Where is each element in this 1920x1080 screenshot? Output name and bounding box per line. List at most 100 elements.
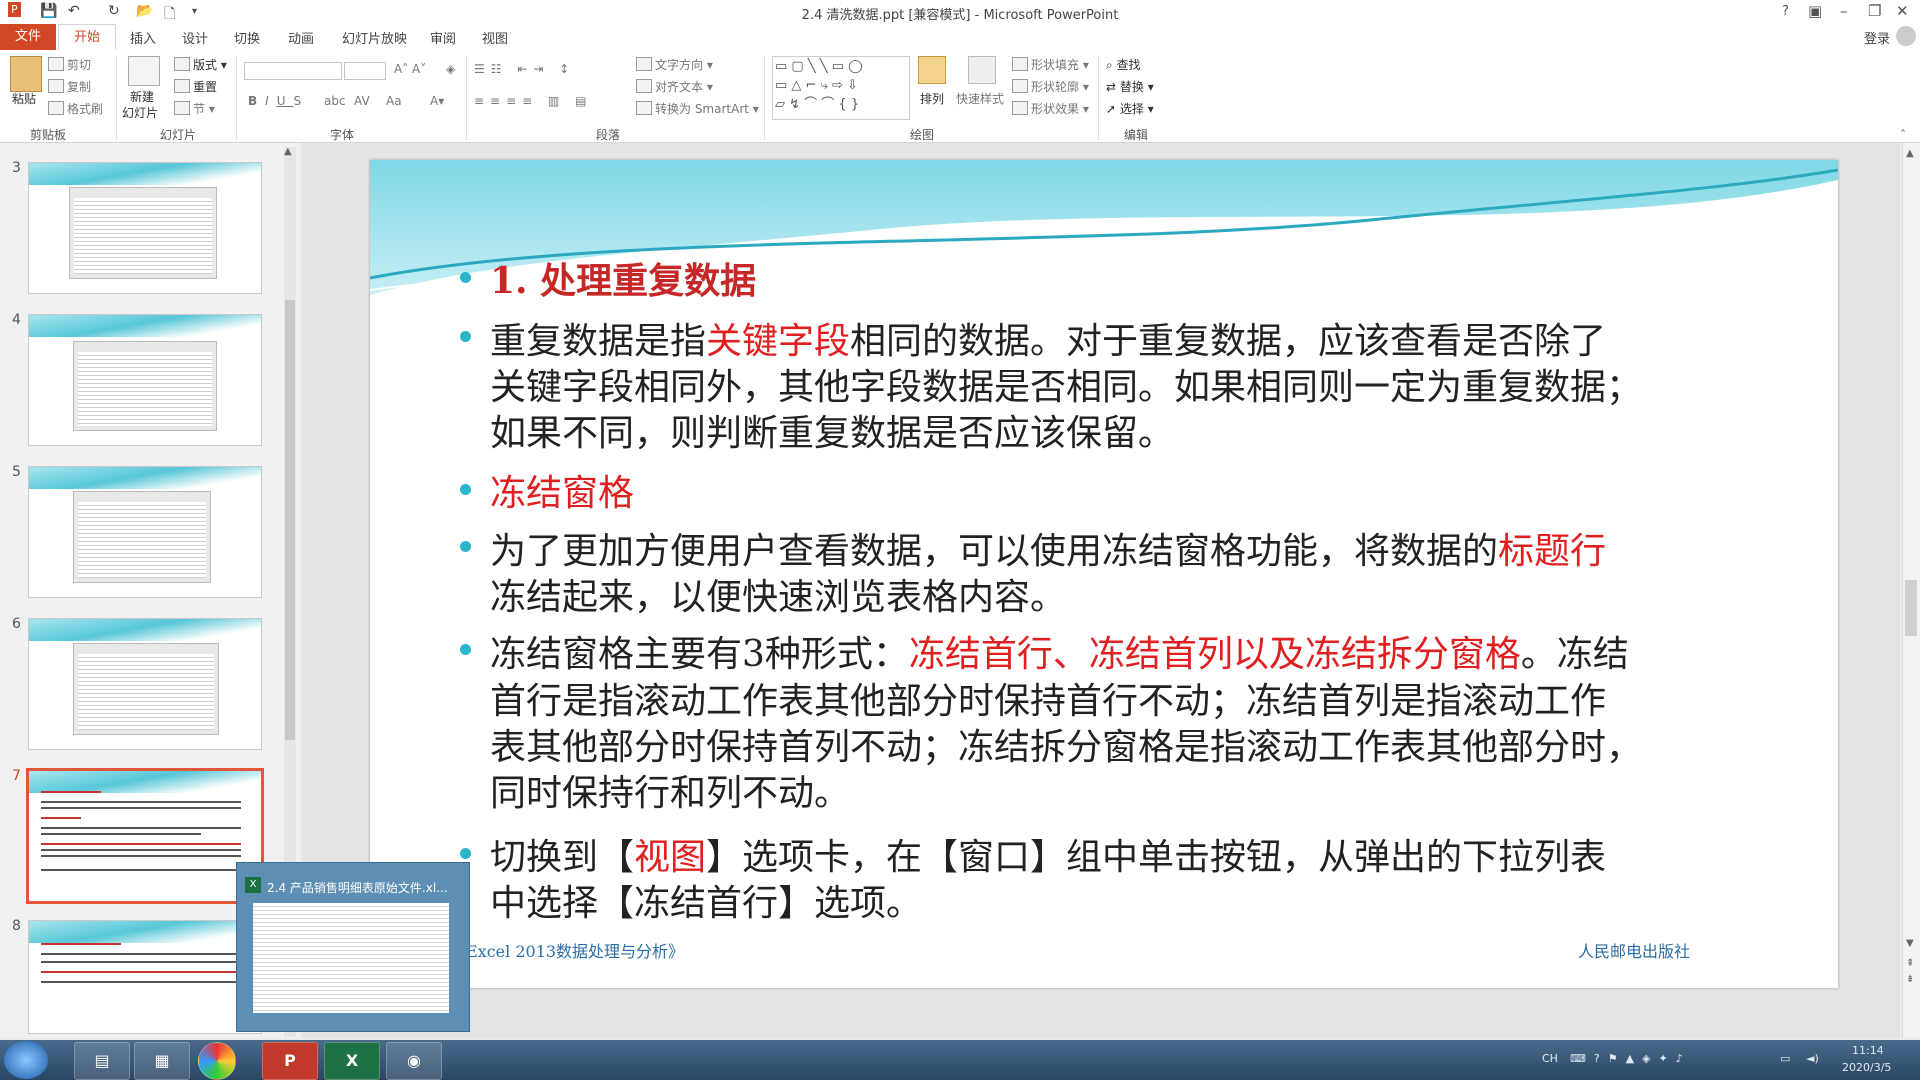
grow-font-icon[interactable]: A˄ A˅ — [394, 62, 426, 76]
tab-transitions[interactable]: 切换 — [234, 28, 260, 47]
align-buttons-icon[interactable]: ≡≡≡≡ ▥ ▤ — [474, 94, 593, 108]
new-slide-icon[interactable] — [128, 56, 160, 86]
clock-date[interactable]: 2020/3/5 — [1842, 1061, 1891, 1074]
tab-view[interactable]: 视图 — [482, 28, 508, 47]
network-icon[interactable]: ▭ — [1780, 1052, 1790, 1065]
browser-icon[interactable]: ◉ — [386, 1042, 442, 1080]
text-direction-button[interactable]: 文字方向 ▾ — [636, 56, 713, 73]
section-icon — [174, 101, 190, 115]
find-button[interactable]: ⌕ 查找 — [1106, 56, 1141, 73]
system-tray-icons[interactable]: ⌨?⚑▲◈✦♪ — [1570, 1052, 1691, 1065]
slide-thumbnail-7[interactable] — [26, 768, 264, 904]
paragraph-line: 冻结起来，以便快速浏览表格内容。 — [490, 577, 1067, 618]
reset-button[interactable]: 重置 — [174, 78, 217, 95]
paste-button[interactable]: 粘贴 — [12, 90, 36, 107]
prev-slide-icon[interactable]: ⇞ — [1906, 958, 1914, 969]
highlight-view-tab: 视图 — [634, 837, 707, 878]
strikethrough-icon[interactable]: abc — [324, 94, 346, 108]
text-run: 切换到【 — [490, 837, 635, 878]
tab-home[interactable]: 开始 — [58, 24, 116, 51]
quick-styles-button[interactable]: 快速样式 — [956, 90, 1004, 107]
bullet-icon — [460, 272, 471, 283]
tab-review[interactable]: 审阅 — [430, 28, 456, 47]
slide-thumbnail-6[interactable] — [28, 618, 262, 750]
help-button[interactable]: ? — [1782, 4, 1789, 19]
shape-effects-button[interactable]: 形状效果 ▾ — [1012, 100, 1089, 117]
taskbar-preview-window[interactable]: X 2.4 产品销售明细表原始文件.xl... — [236, 862, 470, 1032]
thumbnail-scroll-thumb[interactable] — [285, 300, 295, 740]
align-text-button[interactable]: 对齐文本 ▾ — [636, 78, 713, 95]
scroll-up-icon[interactable]: ▲ — [284, 146, 292, 157]
chrome-icon[interactable] — [198, 1042, 236, 1080]
shape-fill-button[interactable]: 形状填充 ▾ — [1012, 56, 1089, 73]
file-explorer-icon[interactable]: ▤ — [74, 1042, 130, 1080]
quick-styles-icon[interactable] — [968, 56, 996, 84]
tab-slideshow[interactable]: 幻灯片放映 — [342, 28, 407, 47]
slide-scroll-thumb[interactable] — [1905, 580, 1917, 636]
slide-thumbnail-8[interactable] — [28, 920, 262, 1034]
font-style-icons[interactable]: BIUS — [248, 94, 309, 108]
select-label: 选择 — [1119, 102, 1144, 116]
scroll-up-icon[interactable]: ▲ — [1906, 148, 1914, 159]
arrange-icon[interactable] — [918, 56, 946, 84]
collapse-ribbon-icon[interactable]: ˄ — [1900, 128, 1906, 142]
smartart-button[interactable]: 转换为 SmartArt ▾ — [636, 100, 759, 117]
shapes-gallery[interactable]: ▭ ▢ ╲ ╲ ▭ ◯ ▭ △ ⌐ ⤷ ⇨ ⇩ ▱ ↯ ⌒ ⌒ { } — [772, 56, 910, 120]
scroll-down-icon[interactable]: ▼ — [1906, 938, 1914, 949]
paste-icon[interactable] — [10, 56, 42, 92]
start-button[interactable] — [4, 1041, 48, 1079]
change-case-icon[interactable]: Aa — [386, 94, 402, 108]
volume-icon[interactable]: ◄) — [1806, 1052, 1819, 1065]
account-avatar[interactable] — [1896, 26, 1916, 46]
taskbar-powerpoint-icon[interactable]: P — [262, 1042, 318, 1080]
excel-icon: X — [245, 877, 261, 893]
layout-button[interactable]: 版式 ▾ — [174, 56, 227, 73]
divider — [1098, 56, 1099, 140]
cut-label: 剪切 — [67, 58, 92, 72]
thumbnail-number: 6 — [12, 616, 21, 632]
preview-thumbnail[interactable] — [253, 903, 449, 1013]
slide-thumbnail-5[interactable] — [28, 466, 262, 598]
shape-outline-button[interactable]: 形状轮廓 ▾ — [1012, 78, 1089, 95]
select-button[interactable]: ➚ 选择 ▾ — [1106, 100, 1154, 117]
paragraph-line: 表其他部分时保持首列不动；冻结拆分窗格是指滚动工作表其他部分时， — [490, 727, 1643, 768]
section-button[interactable]: 节 ▾ — [174, 100, 215, 117]
slide-thumbnail-4[interactable] — [28, 314, 262, 446]
layout-icon — [174, 57, 190, 71]
format-painter-button[interactable]: 格式刷 — [48, 100, 103, 117]
arrange-button[interactable]: 排列 — [920, 90, 944, 107]
ribbon: 粘贴 剪切 复制 格式刷 剪贴板 新建 幻灯片 版式 ▾ 重置 节 ▾ 幻灯片 … — [0, 50, 1920, 143]
text-run: 】选项卡，在【窗口】组中单击按钮，从弹出的下拉列表 — [706, 837, 1607, 878]
input-method[interactable]: CH — [1542, 1052, 1558, 1065]
close-button[interactable]: ✕ — [1896, 2, 1909, 20]
next-slide-icon[interactable]: ⇟ — [1906, 974, 1914, 985]
find-label: 查找 — [1116, 58, 1141, 72]
list-buttons-icon[interactable]: ☰☷ ⇤⇥ ↕ — [474, 62, 575, 76]
calculator-icon[interactable]: ▦ — [134, 1042, 190, 1080]
text-run: 重复数据是指 — [490, 321, 707, 362]
cut-button[interactable]: 剪切 — [48, 56, 91, 73]
tab-insert[interactable]: 插入 — [130, 28, 156, 47]
thumbnail-number: 5 — [12, 464, 21, 480]
tab-animations[interactable]: 动画 — [288, 28, 314, 47]
clear-format-icon[interactable]: ◈ — [446, 62, 455, 76]
tab-design[interactable]: 设计 — [182, 28, 208, 47]
font-color-icon[interactable]: A▾ — [430, 94, 444, 108]
copy-button[interactable]: 复制 — [48, 78, 91, 95]
replace-icon: ⇄ — [1106, 80, 1120, 94]
layout-label: 版式 — [193, 58, 218, 72]
slide-thumbnail-3[interactable] — [28, 162, 262, 294]
ribbon-display-icon[interactable]: ▣ — [1808, 2, 1822, 20]
taskbar-excel-icon[interactable]: X — [324, 1042, 380, 1080]
char-spacing-icon[interactable]: AV — [354, 94, 370, 108]
login-link[interactable]: 登录 — [1864, 28, 1890, 47]
new-slide-label-2[interactable]: 幻灯片 — [122, 104, 158, 121]
tab-file[interactable]: 文件 — [0, 24, 56, 50]
replace-button[interactable]: ⇄ 替换 ▾ — [1106, 78, 1154, 95]
font-size-box[interactable] — [344, 62, 386, 80]
font-name-box[interactable] — [244, 62, 342, 80]
restore-button[interactable]: ❐ — [1868, 2, 1881, 20]
clock-time[interactable]: 11:14 — [1852, 1044, 1884, 1057]
minimize-button[interactable]: – — [1840, 2, 1848, 20]
new-slide-label[interactable]: 新建 — [130, 88, 154, 105]
